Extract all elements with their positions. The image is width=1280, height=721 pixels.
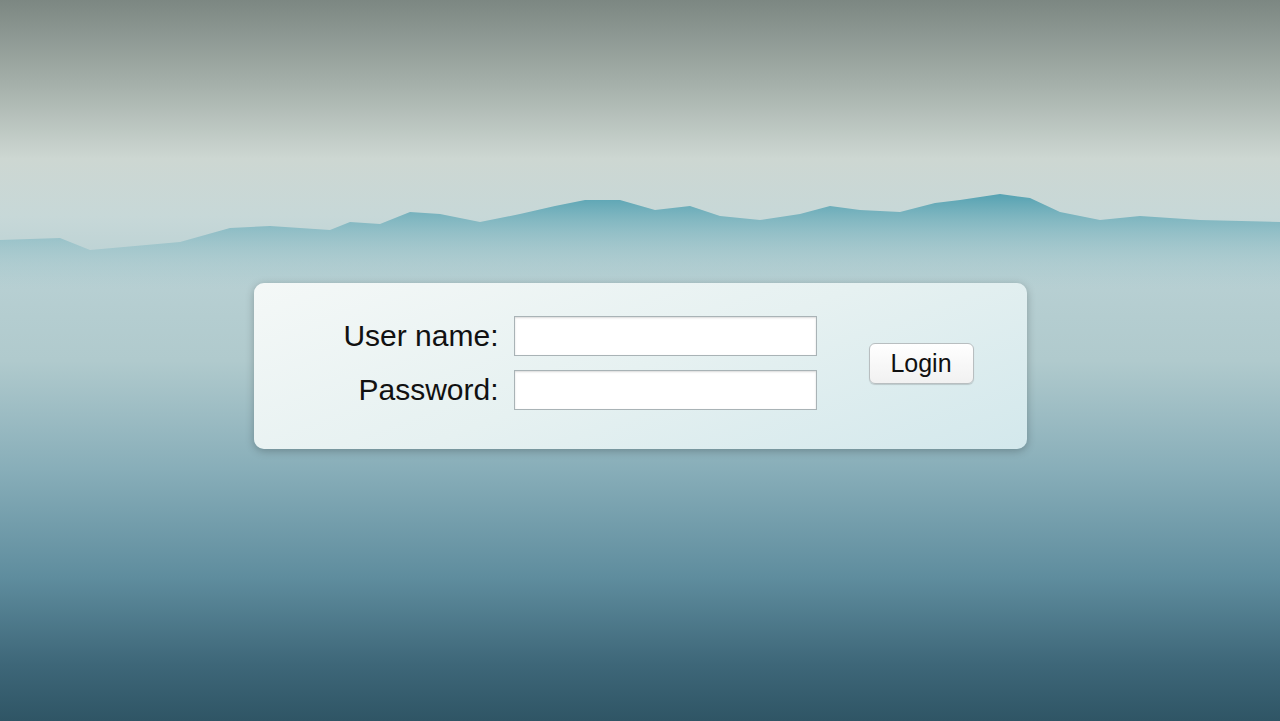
login-panel: User name: Password: Login — [254, 283, 1027, 449]
text-field[interactable] — [514, 370, 817, 410]
login-button[interactable]: Login — [869, 343, 974, 384]
login-screen: User name: Password: Login — [0, 0, 1280, 721]
field-label: User name: — [304, 319, 499, 353]
text-field[interactable] — [514, 316, 817, 356]
login-form: User name: Password: — [304, 316, 817, 410]
field-label: Password: — [304, 373, 499, 407]
